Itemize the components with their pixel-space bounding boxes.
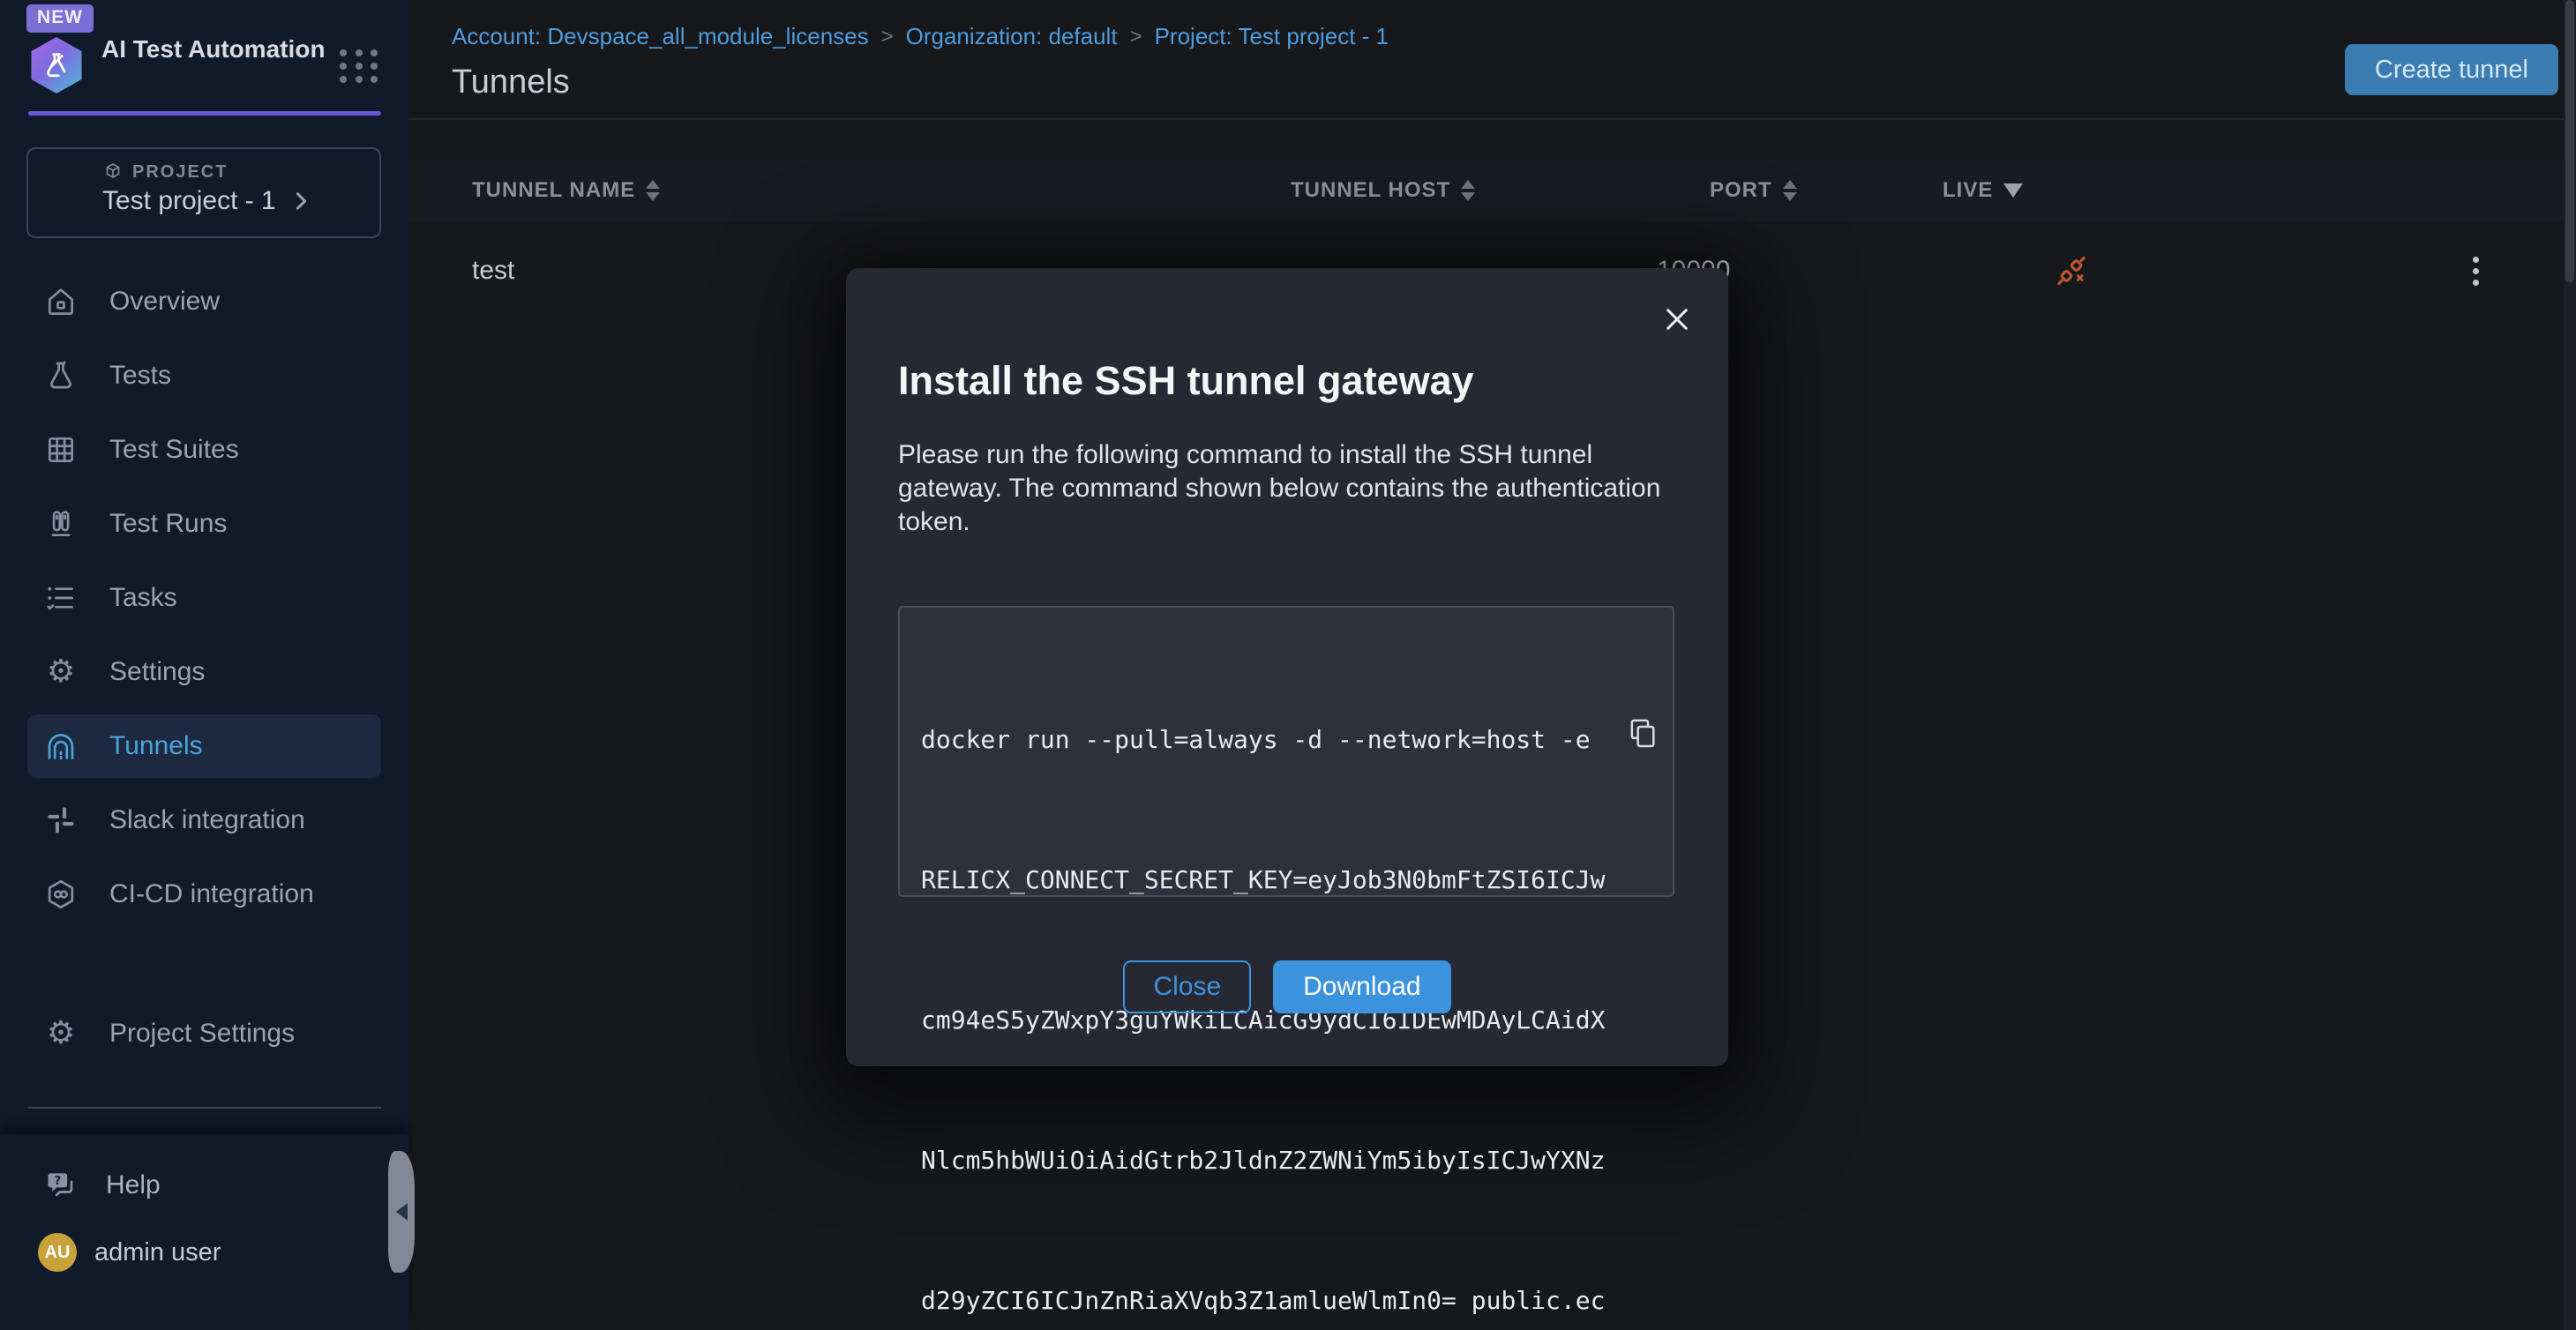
breadcrumb-organization-link[interactable]: Organization: default [906,23,1118,50]
sidebar-item-cicd-integration[interactable]: CI-CD integration [27,863,381,926]
new-badge: NEW [26,4,94,33]
column-label: TUNNEL NAME [472,178,635,203]
app-name: AI Test Automation [101,34,326,64]
brand: AI Test Automation [29,37,382,95]
project-label: PROJECT [132,162,228,183]
sidebar-item-tunnels[interactable]: Tunnels [27,714,381,778]
sidebar-item-settings[interactable]: ⚙ Settings [27,640,381,704]
brand-underline [28,111,381,116]
sidebar: NEW AI Test Automation [0,0,408,1330]
svg-text:?: ? [54,1175,61,1188]
column-label: PORT [1710,178,1772,203]
code-line: docker run --pull=always -d --network=ho… [921,716,1651,763]
apps-grid-icon[interactable] [340,49,380,83]
sidebar-item-tests[interactable]: Tests [27,344,381,407]
sidebar-item-label: Test Suites [109,435,239,465]
home-icon [44,285,78,318]
install-ssh-gateway-modal: Install the SSH tunnel gateway Please ru… [846,268,1728,1066]
breadcrumb-account-link[interactable]: Account: Devspace_all_module_licenses [452,23,869,50]
close-icon[interactable] [1658,300,1696,339]
sort-arrows-icon [1461,180,1475,201]
kebab-icon [2473,257,2479,286]
sort-arrows-icon [1783,180,1797,201]
sidebar-item-slack-integration[interactable]: Slack integration [27,788,381,852]
column-header-live[interactable]: LIVE [1943,160,2023,221]
test-runs-icon [44,507,78,541]
cube-icon [102,161,124,183]
sidebar-item-label: Slack integration [109,805,305,835]
copy-icon[interactable] [1625,620,1660,661]
help-chat-icon: ? [44,1168,79,1203]
sidebar-divider [28,1107,381,1109]
sidebar-item-label: Settings [109,657,205,687]
grid-icon [44,433,78,467]
sidebar-item-test-suites[interactable]: Test Suites [27,418,381,482]
project-name: Test project - 1 [102,186,276,216]
download-button[interactable]: Download [1273,960,1450,1013]
code-line: d29yZCI6ICJnZnRiaXVqb3Z1amlueWlmIn0= pub… [921,1277,1651,1324]
vertical-scrollbar[interactable] [2564,0,2576,1330]
column-label: LIVE [1943,178,1993,203]
sort-desc-icon [2003,183,2023,198]
slack-icon [44,803,78,837]
modal-buttons: Close Download [846,960,1728,1013]
scrollbar-thumb[interactable] [2565,0,2574,282]
project-selector[interactable]: PROJECT Test project - 1 [26,147,381,238]
tunnel-icon [44,729,78,763]
gear-icon: ⚙ [44,1017,78,1050]
sidebar-item-label: Test Runs [109,509,227,539]
column-label: TUNNEL HOST [1291,178,1450,203]
modal-description: Please run the following command to inst… [898,438,1688,539]
sidebar-item-label: Project Settings [109,1019,295,1049]
sidebar-item-label: Tasks [109,583,177,613]
close-button[interactable]: Close [1123,960,1251,1013]
cicd-icon [44,878,78,911]
header-divider [408,118,2576,120]
column-header-tunnel-name[interactable]: TUNNEL NAME [472,160,660,221]
gear-icon: ⚙ [44,655,78,689]
sidebar-menu: Overview Tests [0,270,408,937]
user-menu[interactable]: AU admin user [27,1233,381,1272]
sidebar-item-label: Overview [109,287,220,317]
chevron-right-icon [288,189,313,213]
sidebar-item-label: Tunnels [109,731,203,761]
page-title: Tunnels [452,64,570,101]
code-line: RELICX_CONNECT_SECRET_KEY=eyJob3N0bmFtZS… [921,856,1651,903]
sidebar-item-label: CI-CD integration [109,879,314,909]
tunnel-name-cell: test [472,221,514,320]
sidebar-footer: ? Help AU admin user [0,1132,408,1330]
modal-title: Install the SSH tunnel gateway [898,358,1474,404]
collapse-left-icon [396,1203,408,1221]
app-logo-icon [29,37,84,93]
install-command-codeblock: docker run --pull=always -d --network=ho… [898,606,1674,897]
table-header: TUNNEL NAME TUNNEL HOST PORT LIVE [408,160,2576,221]
app-window: NEW AI Test Automation [0,0,2576,1330]
sidebar-item-label: Tests [109,361,171,391]
user-name: admin user [94,1238,221,1267]
help-label: Help [106,1170,161,1200]
code-line: Nlcm5hbWUiOiAidGtrb2JldnZ2ZWNiYm5ibyIsIC… [921,1137,1651,1184]
breadcrumb-separator: > [1130,25,1142,49]
sidebar-item-tasks[interactable]: Tasks [27,566,381,630]
help-button[interactable]: ? Help [27,1154,381,1217]
sidebar-item-overview[interactable]: Overview [27,270,381,333]
tasks-icon [44,581,78,615]
breadcrumb-separator: > [881,25,894,49]
sort-arrows-icon [646,180,660,201]
sidebar-item-project-settings[interactable]: ⚙ Project Settings [27,1002,381,1065]
row-actions-kebab[interactable] [2473,221,2479,320]
column-header-port[interactable]: PORT [1710,160,1797,221]
breadcrumb: Account: Devspace_all_module_licenses > … [452,23,1389,50]
sidebar-item-test-runs[interactable]: Test Runs [27,492,381,556]
link-broken-icon [2051,221,2092,320]
avatar: AU [38,1233,77,1272]
sidebar-collapse-handle[interactable] [388,1151,415,1273]
breadcrumb-project-link[interactable]: Project: Test project - 1 [1155,23,1389,50]
create-tunnel-button[interactable]: Create tunnel [2345,44,2558,95]
column-header-tunnel-host[interactable]: TUNNEL HOST [1291,160,1475,221]
flask-icon [44,359,78,392]
